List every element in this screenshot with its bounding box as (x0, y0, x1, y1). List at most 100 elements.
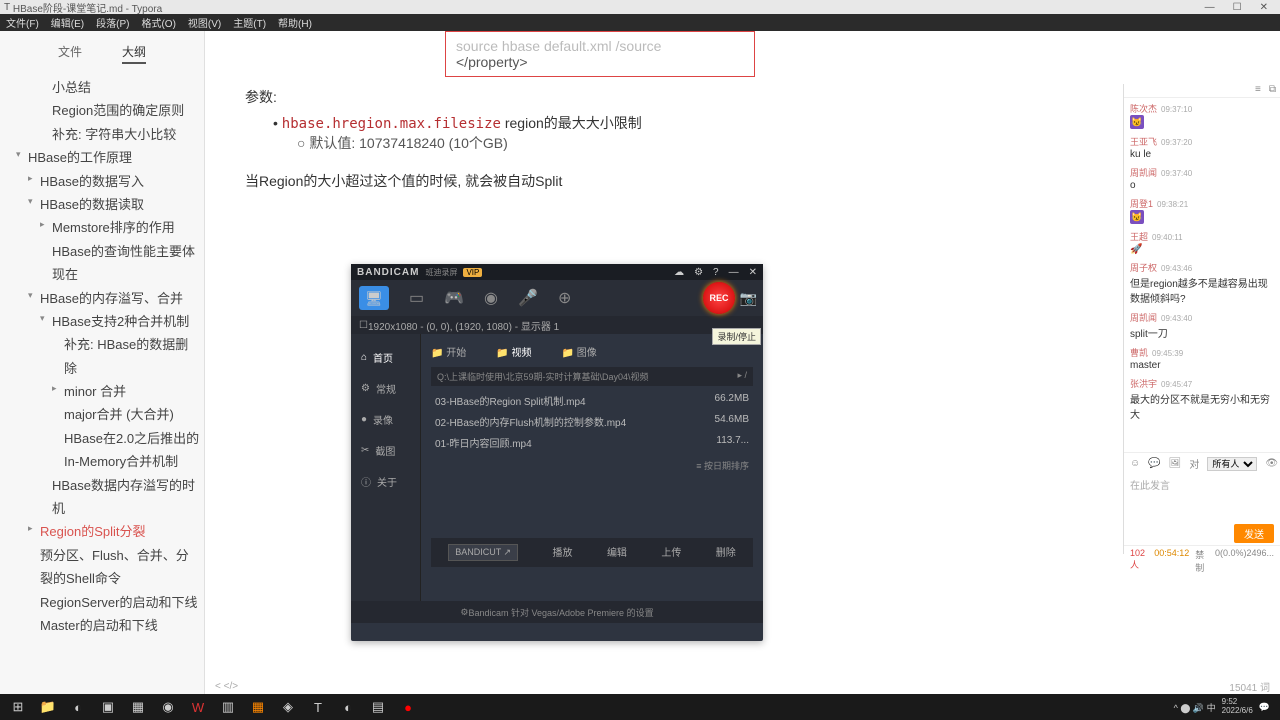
screen-mode-icon[interactable]: 🖥 (359, 286, 389, 310)
outline-item[interactable]: RegionServer的启动和下线 (4, 591, 200, 614)
nav-item[interactable]: ⚙ 常规 (351, 373, 420, 404)
screenshot-icon[interactable]: 📷 (740, 290, 757, 307)
chat-stats: 102人 00:54:12 禁制 0(0.0%)2496... (1124, 545, 1280, 576)
chat-input[interactable]: 在此发言 (1124, 474, 1280, 522)
mic-icon[interactable]: 🎤 (518, 288, 538, 308)
outline-item[interactable]: ▸Region的Split分裂 (4, 520, 200, 543)
menu-icon[interactable]: ≡ (1255, 84, 1261, 97)
typora-icon[interactable]: T (304, 696, 332, 718)
record-icon[interactable]: ● (394, 696, 422, 718)
taskbar[interactable]: ⊞ 📁 ◐ ▣ ▦ ◉ W ▥ ▦ ◈ T ◐ ▤ ● ^ ⬤ 🔊 中 9:52… (0, 694, 1280, 720)
clock[interactable]: 9:522022/6/6 (1222, 698, 1253, 716)
outline-item[interactable]: HBase在2.0之后推出的In-Memory合并机制 (4, 427, 200, 474)
outline-item[interactable]: ▾HBase的数据读取 (4, 193, 200, 216)
file-tab[interactable]: 📁 图像 (561, 344, 596, 359)
rec-tooltip: 录制/停止 (712, 328, 761, 345)
help-icon[interactable]: ? (713, 267, 719, 278)
bandicam-window[interactable]: BANDICAM 班迪录屏 VIP ☁ ⚙ ? — ✕ 🖥 ▭ 🎮 ◉ 🎤 ⊕ … (351, 264, 763, 641)
action-button[interactable]: 播放 (553, 544, 573, 561)
action-button[interactable]: 编辑 (607, 544, 627, 561)
minimize-icon[interactable]: — (1205, 2, 1215, 13)
tab-outline[interactable]: 大纲 (122, 43, 146, 64)
menubar[interactable]: 文件(F) 编辑(E) 段落(P) 格式(O) 视图(V) 主题(T) 帮助(H) (0, 14, 1280, 31)
outline-item[interactable]: HBase数据内存溢写的时机 (4, 474, 200, 521)
nav-item[interactable]: ✂ 截图 (351, 435, 420, 466)
action-button[interactable]: 删除 (716, 544, 736, 561)
tab-file[interactable]: 文件 (58, 43, 82, 64)
outline-item[interactable]: ▸HBase的数据写入 (4, 170, 200, 193)
edge-icon[interactable]: ◉ (154, 696, 182, 718)
outline-item[interactable]: 预分区、Flush、合并、分裂的Shell命令 (4, 544, 200, 591)
camera-mode-icon[interactable]: ◉ (484, 288, 498, 308)
menu-item[interactable]: 主题(T) (233, 15, 266, 30)
menu-item[interactable]: 视图(V) (188, 15, 221, 30)
wps-icon[interactable]: W (184, 696, 212, 718)
app3-icon[interactable]: ▦ (244, 696, 272, 718)
sort-button[interactable]: ≡ 按日期排序 (431, 453, 753, 478)
outline-item[interactable]: ▸minor 合并 (4, 380, 200, 403)
app5-icon[interactable]: ◐ (334, 696, 362, 718)
menu-item[interactable]: 段落(P) (96, 15, 129, 30)
nav-item[interactable]: ⓘ 关于 (351, 466, 420, 497)
notification-icon[interactable]: 💬 (1259, 702, 1270, 713)
bandicam-titlebar[interactable]: BANDICAM 班迪录屏 VIP ☁ ⚙ ? — ✕ (351, 264, 763, 280)
menu-item[interactable]: 文件(F) (6, 15, 39, 30)
outline-item[interactable]: Region范围的确定原则 (4, 99, 200, 122)
chrome-icon[interactable]: ◐ (64, 696, 92, 718)
outline-item[interactable]: ▸Memstore排序的作用 (4, 216, 200, 239)
outline-item[interactable]: major合并 (大合并) (4, 403, 200, 426)
terminal-icon[interactable]: ▣ (94, 696, 122, 718)
action-button[interactable]: 上传 (661, 544, 681, 561)
outline-item[interactable]: 补充: HBase的数据删除 (4, 333, 200, 380)
outline-item[interactable]: ▾HBase支持2种合并机制 (4, 310, 200, 333)
outline-item[interactable]: 补充: 字符串大小比较 (4, 123, 200, 146)
bandicam-nav: ⌂ 首页⚙ 常规● 录像✂ 截图ⓘ 关于 (351, 334, 421, 601)
file-path[interactable]: Q:\上课临时使用\北京59期-实时计算基础\Day04\视频▸ / (431, 367, 753, 386)
emoji-icon[interactable]: ☺ (1130, 458, 1140, 469)
file-tab[interactable]: 📁 视频 (496, 344, 531, 359)
nav-item[interactable]: ● 录像 (351, 404, 420, 435)
record-button[interactable]: REC (703, 282, 735, 314)
outline-item[interactable]: 小总结 (4, 76, 200, 99)
file-row[interactable]: 02-HBase的内存Flush机制的控制参数.mp454.6MB (431, 411, 753, 432)
close-icon[interactable]: ✕ (749, 267, 757, 278)
bandicam-footer[interactable]: ⚙ Bandicam 针对 Vegas/Adobe Premiere 的设置 (351, 601, 763, 623)
menu-item[interactable]: 编辑(E) (51, 15, 84, 30)
webcam-icon[interactable]: ⊕ (558, 288, 571, 308)
explorer-icon[interactable]: 📁 (34, 696, 62, 718)
popout-icon[interactable]: ⧉ (1269, 84, 1276, 97)
source-toggle[interactable]: < </> (215, 681, 238, 692)
nav-item[interactable]: ⌂ 首页 (351, 342, 420, 373)
close-icon[interactable]: ✕ (1260, 2, 1268, 13)
minimize-icon[interactable]: — (729, 267, 739, 278)
app6-icon[interactable]: ▤ (364, 696, 392, 718)
game-mode-icon[interactable]: 🎮 (444, 288, 464, 308)
send-button[interactable]: 发送 (1234, 524, 1274, 543)
system-tray[interactable]: ^ ⬤ 🔊 中 9:522022/6/6 💬 (1174, 698, 1276, 716)
eye-icon[interactable]: 👁 (1265, 458, 1278, 469)
outline-item[interactable]: HBase的查询性能主要体现在 (4, 240, 200, 287)
device-mode-icon[interactable]: ▭ (409, 288, 424, 308)
titlebar: T HBase阶段-课堂笔记.md - Typora — ☐ ✕ (0, 0, 1280, 14)
outline-item[interactable]: ▾HBase的内存溢写、合并 (4, 287, 200, 310)
bandicut-button[interactable]: BANDICUT ↗ (448, 544, 518, 561)
file-tab[interactable]: 📁 开始 (431, 344, 466, 359)
tray-icons[interactable]: ^ ⬤ 🔊 中 (1174, 701, 1216, 714)
image-icon[interactable]: 🖼 (1169, 458, 1182, 469)
menu-item[interactable]: 帮助(H) (278, 15, 312, 30)
menu-item[interactable]: 格式(O) (141, 15, 175, 30)
cloud-icon[interactable]: ☁ (674, 267, 684, 278)
file-row[interactable]: 01-昨日内容回顾.mp4113.7... (431, 432, 753, 453)
comment-icon[interactable]: 💬 (1148, 458, 1160, 469)
gear-icon[interactable]: ⚙ (694, 267, 703, 278)
app2-icon[interactable]: ▥ (214, 696, 242, 718)
chat-toolbar: ≡ ⧉ (1124, 84, 1280, 98)
maximize-icon[interactable]: ☐ (1233, 2, 1242, 13)
start-icon[interactable]: ⊞ (4, 696, 32, 718)
chat-to-select[interactable]: 所有人 (1207, 457, 1257, 471)
app4-icon[interactable]: ◈ (274, 696, 302, 718)
app1-icon[interactable]: ▦ (124, 696, 152, 718)
outline-item[interactable]: ▾HBase的工作原理 (4, 146, 200, 169)
outline-item[interactable]: Master的启动和下线 (4, 614, 200, 637)
file-row[interactable]: 03-HBase的Region Split机制.mp466.2MB (431, 390, 753, 411)
